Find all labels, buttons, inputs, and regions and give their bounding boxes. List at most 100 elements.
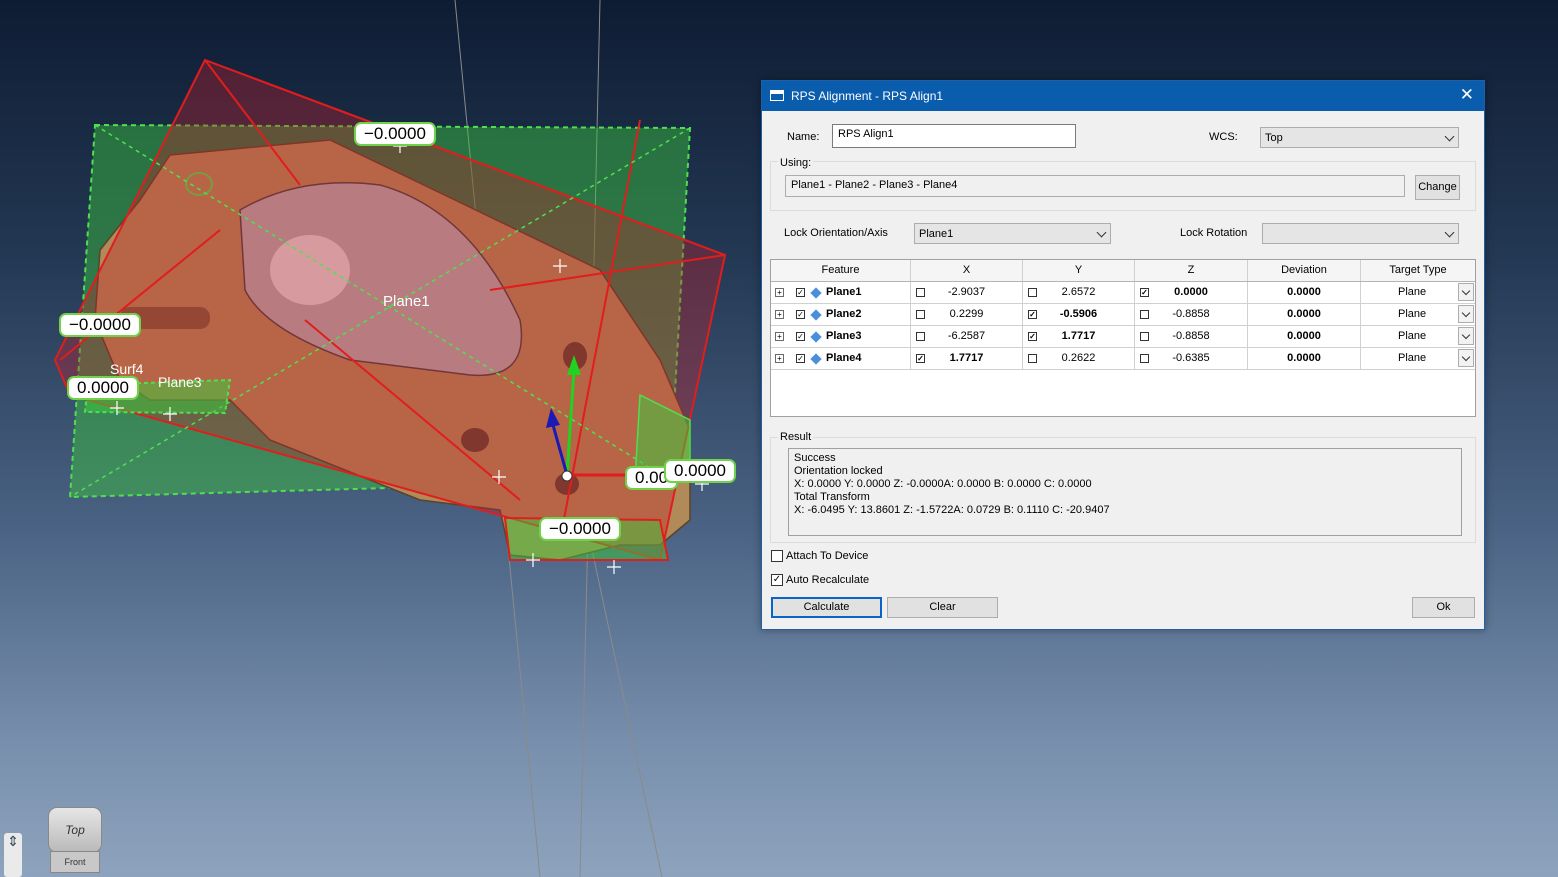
using-field: Plane1 - Plane2 - Plane3 - Plane4 (785, 175, 1405, 197)
lock-checkbox[interactable] (1140, 332, 1149, 341)
window-icon (770, 90, 784, 101)
z-cell[interactable]: -0.8858 (1135, 326, 1248, 347)
dialog-titlebar[interactable]: RPS Alignment - RPS Align1 ✕ (762, 81, 1484, 111)
col-header-deviation[interactable]: Deviation (1248, 260, 1361, 281)
col-header-x[interactable]: X (911, 260, 1023, 281)
y-cell[interactable]: ✓ 1.7717 (1023, 326, 1135, 347)
table-row[interactable]: + ✓ Plane1 -2.9037 2.6572 ✓ 0.0000 0.0000 Plane (771, 282, 1475, 304)
lock-checkbox[interactable]: ✓ (1028, 310, 1037, 319)
close-icon[interactable]: ✕ (1460, 85, 1474, 105)
target-type-cell[interactable]: Plane (1361, 304, 1475, 325)
table-row[interactable]: + ✓ Plane2 0.2299 ✓ -0.5906 -0.8858 0.0000 Plane (771, 304, 1475, 326)
cell-value: 0.0000 (1174, 286, 1208, 298)
chevron-down-icon[interactable] (1458, 305, 1474, 323)
x-cell[interactable]: 0.2299 (911, 304, 1023, 325)
deviation-cell[interactable]: 0.0000 (1248, 326, 1361, 347)
expand-icon[interactable]: + (775, 332, 784, 341)
name-input[interactable]: RPS Align1 (832, 124, 1076, 148)
clear-button[interactable]: Clear (887, 597, 998, 618)
lock-checkbox[interactable] (1028, 354, 1037, 363)
result-line: X: -6.0495 Y: 13.8601 Z: -1.5722A: 0.072… (794, 504, 1110, 516)
cell-value: -6.2587 (947, 330, 986, 342)
calculate-button[interactable]: Calculate (771, 597, 882, 618)
y-cell[interactable]: 2.6572 (1023, 282, 1135, 303)
chevron-down-icon[interactable] (1458, 283, 1474, 301)
chevron-down-icon (1096, 227, 1107, 238)
expand-icon[interactable]: + (775, 310, 784, 319)
z-cell[interactable]: -0.6385 (1135, 348, 1248, 369)
lock-checkbox[interactable]: ✓ (916, 354, 925, 363)
y-cell[interactable]: ✓ -0.5906 (1023, 304, 1135, 325)
plane-label: Plane1 (383, 293, 430, 310)
attach-to-device-checkbox[interactable] (771, 550, 783, 562)
cell-value: -0.8858 (1172, 330, 1210, 342)
col-header-z[interactable]: Z (1135, 260, 1248, 281)
plane-label: Plane3 (158, 374, 202, 390)
z-cell[interactable]: -0.8858 (1135, 304, 1248, 325)
deviation-cell[interactable]: 0.0000 (1248, 304, 1361, 325)
auto-recalculate-label: Auto Recalculate (786, 574, 870, 586)
chevron-down-icon[interactable] (1458, 327, 1474, 345)
lock-checkbox[interactable] (916, 288, 925, 297)
lock-checkbox[interactable] (1028, 288, 1037, 297)
feature-cell[interactable]: + ✓ Plane1 (771, 282, 911, 303)
deviation-cell[interactable]: 0.0000 (1248, 348, 1361, 369)
x-cell[interactable]: ✓ 1.7717 (911, 348, 1023, 369)
expand-icon[interactable]: + (775, 288, 784, 297)
lock-checkbox[interactable] (916, 332, 925, 341)
view-cube[interactable]: Top Front (44, 803, 104, 873)
auto-recalculate-checkbox[interactable]: ✓ (771, 574, 783, 586)
feature-checkbox[interactable]: ✓ (796, 310, 805, 319)
lock-orientation-value: Plane1 (919, 228, 954, 240)
x-cell[interactable]: -2.9037 (911, 282, 1023, 303)
table-row[interactable]: + ✓ Plane4 ✓ 1.7717 0.2622 -0.6385 0.0000 Plane (771, 348, 1475, 370)
lock-checkbox[interactable]: ✓ (1028, 332, 1037, 341)
lock-checkbox[interactable] (1140, 354, 1149, 363)
lock-checkbox[interactable]: ✓ (1140, 288, 1149, 297)
y-cell[interactable]: 0.2622 (1023, 348, 1135, 369)
deviation-cell[interactable]: 0.0000 (1248, 282, 1361, 303)
feature-name: Plane3 (826, 330, 862, 342)
col-header-y[interactable]: Y (1023, 260, 1135, 281)
view-orientation-handle[interactable]: ⇕ (4, 833, 22, 877)
feature-checkbox[interactable]: ✓ (796, 332, 805, 341)
feature-cell[interactable]: + ✓ Plane2 (771, 304, 911, 325)
lock-rotation-select[interactable] (1262, 223, 1459, 244)
z-cell[interactable]: ✓ 0.0000 (1135, 282, 1248, 303)
attach-to-device-label: Attach To Device (786, 550, 869, 562)
lock-checkbox[interactable] (916, 310, 925, 319)
feature-name: Plane2 (826, 308, 862, 320)
cell-value: 0.2299 (949, 308, 984, 320)
ok-button[interactable]: Ok (1412, 597, 1475, 618)
using-label: Using: (778, 157, 814, 169)
col-header-feature[interactable]: Feature (771, 260, 911, 281)
table-row[interactable]: + ✓ Plane3 -6.2587 ✓ 1.7717 -0.8858 0.0000 Plane (771, 326, 1475, 348)
view-cube-front[interactable]: Front (50, 851, 100, 873)
feature-cell[interactable]: + ✓ Plane4 (771, 348, 911, 369)
plane-icon (810, 309, 822, 321)
lock-orientation-label: Lock Orientation/Axis (784, 227, 888, 239)
lock-orientation-select[interactable]: Plane1 (914, 223, 1111, 244)
measure-label: 0.0000 (67, 376, 139, 400)
cell-value: 0.0000 (1287, 352, 1321, 364)
target-type-cell[interactable]: Plane (1361, 326, 1475, 347)
cell-value: 0.0000 (1287, 330, 1321, 342)
lock-checkbox[interactable] (1140, 310, 1149, 319)
change-button[interactable]: Change (1415, 175, 1460, 200)
result-label: Result (778, 431, 814, 443)
expand-icon[interactable]: + (775, 354, 784, 363)
feature-grid: Feature X Y Z Deviation Target Type + ✓ Pl… (770, 259, 1476, 417)
wcs-select[interactable]: Top (1260, 127, 1459, 148)
feature-cell[interactable]: + ✓ Plane3 (771, 326, 911, 347)
result-line: X: 0.0000 Y: 0.0000 Z: -0.0000A: 0.0000 … (794, 478, 1092, 490)
feature-checkbox[interactable]: ✓ (796, 354, 805, 363)
feature-checkbox[interactable]: ✓ (796, 288, 805, 297)
cell-value: Plane (1398, 352, 1427, 364)
x-cell[interactable]: -6.2587 (911, 326, 1023, 347)
chevron-down-icon[interactable] (1458, 349, 1474, 367)
target-type-cell[interactable]: Plane (1361, 282, 1475, 303)
col-header-target-type[interactable]: Target Type (1361, 260, 1475, 281)
cell-value: -0.8858 (1172, 308, 1210, 320)
target-type-cell[interactable]: Plane (1361, 348, 1475, 369)
view-cube-top[interactable]: Top (48, 807, 102, 853)
